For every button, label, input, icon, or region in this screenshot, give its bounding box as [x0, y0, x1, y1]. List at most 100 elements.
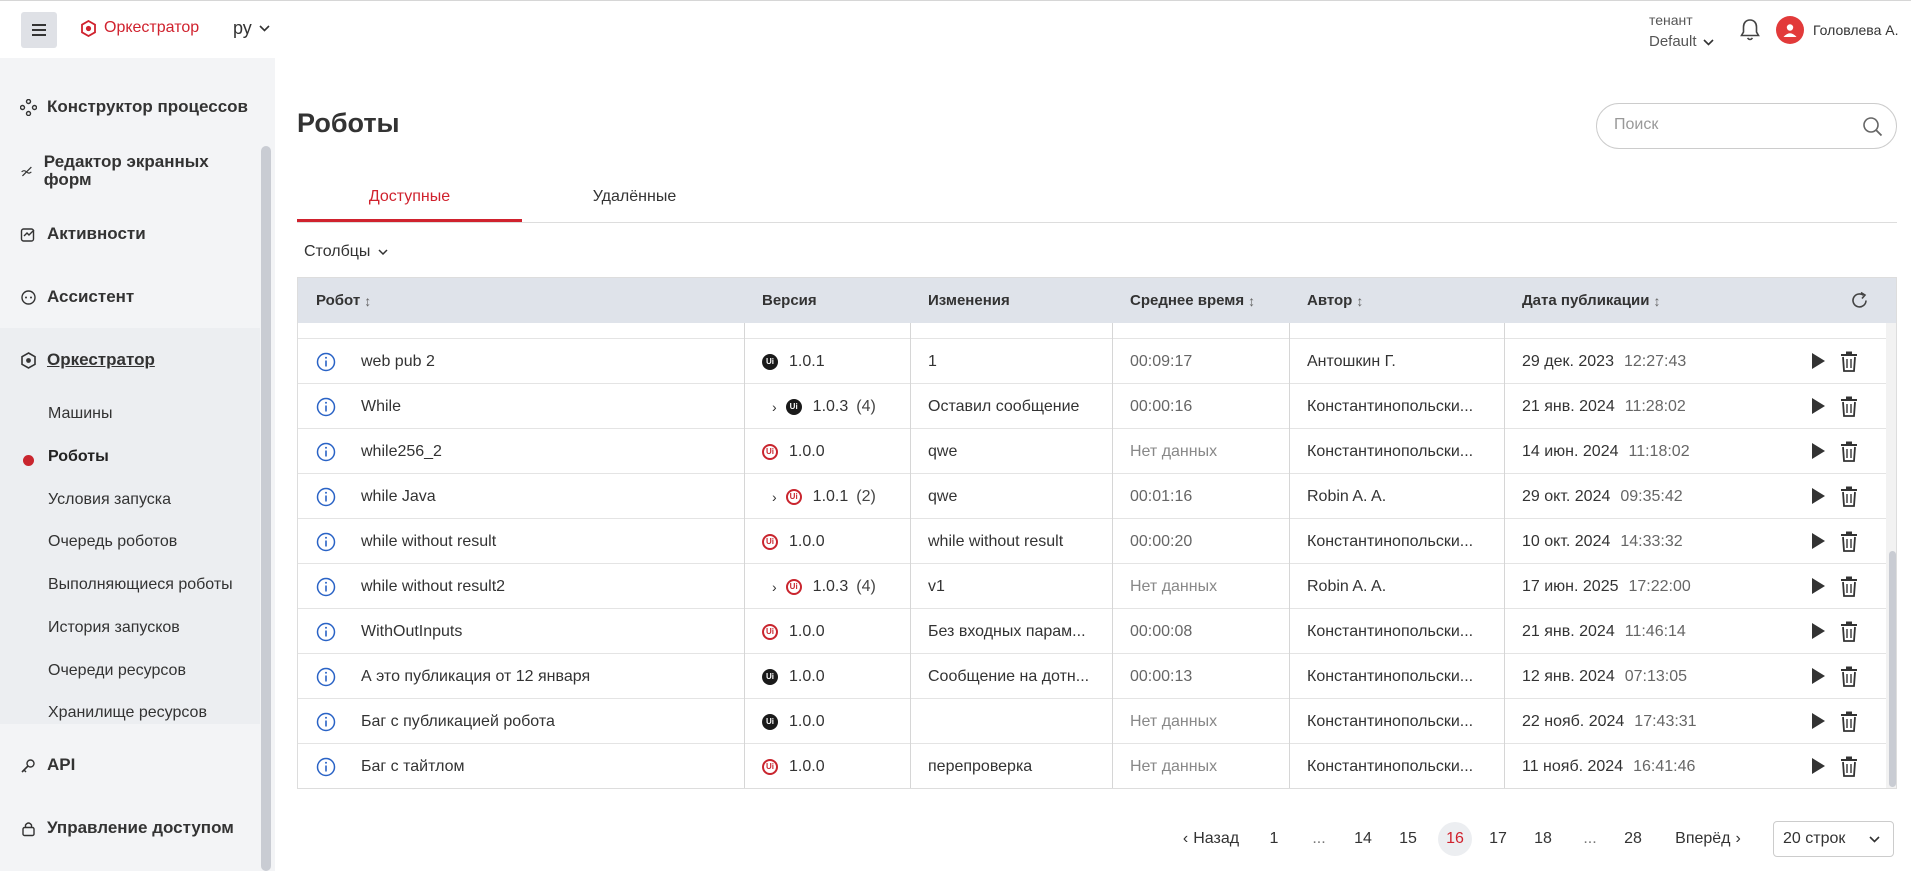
sidebar-subitem-robot-queue[interactable]: Очередь роботов [48, 533, 177, 551]
delete-icon[interactable] [1840, 531, 1858, 552]
info-button[interactable] [316, 384, 342, 429]
page-button[interactable]: 28 [1622, 823, 1644, 855]
sidebar-subitem-run-history[interactable]: История запусков [48, 619, 180, 637]
info-button[interactable] [316, 519, 342, 564]
run-icon[interactable] [1809, 621, 1827, 641]
table-row[interactable]: Баг с публикацией робота Ui 1.0.0 Нет данны… [298, 699, 1886, 744]
delete-icon[interactable] [1840, 711, 1858, 732]
table-row[interactable]: while without result Ui 1.0.0 while without… [298, 519, 1886, 564]
chevron-right-icon[interactable]: › [772, 579, 777, 595]
chevron-right-icon[interactable]: › [772, 489, 777, 505]
version-cell[interactable]: › Ui 1.0.1 (2) [772, 474, 932, 519]
chevron-right-icon[interactable]: › [772, 399, 777, 415]
sidebar-item-form-editor[interactable]: Редактор экранных форм [20, 153, 220, 189]
info-button[interactable] [316, 609, 342, 654]
page-button[interactable]: 14 [1352, 823, 1374, 855]
run-icon[interactable] [1809, 576, 1827, 596]
run-icon[interactable] [1809, 486, 1827, 506]
notifications-button[interactable] [1739, 18, 1761, 47]
header-avg-time[interactable]: Среднее время ↕ [1112, 278, 1289, 323]
sidebar-scrollbar[interactable] [261, 146, 271, 871]
sidebar-item-orchestrator[interactable]: Оркестратор [20, 351, 155, 369]
sidebar-subitem-robots[interactable]: Роботы [48, 448, 109, 466]
table-row[interactable]: while Java › Ui 1.0.1 (2) qwe 00:01:16 Robin A.… [298, 474, 1886, 519]
robot-name[interactable]: А это публикация от 12 января [361, 654, 731, 699]
delete-icon[interactable] [1840, 666, 1858, 687]
sidebar-item-activities[interactable]: Активности [20, 225, 146, 243]
page-button[interactable]: 17 [1487, 823, 1509, 855]
search-box[interactable] [1596, 103, 1897, 149]
info-button[interactable] [316, 654, 342, 699]
robot-name[interactable]: While [361, 384, 731, 429]
delete-icon[interactable] [1840, 756, 1858, 777]
run-icon[interactable] [1809, 351, 1827, 371]
info-button[interactable] [316, 699, 342, 744]
sidebar-item-assistant[interactable]: Ассистент [20, 288, 134, 306]
sort-icon[interactable]: ↕ [364, 293, 371, 309]
table-row[interactable]: WithOutInputs Ui 1.0.0 Без входных парам...… [298, 609, 1886, 654]
user-menu[interactable]: Головлева А. [1776, 16, 1899, 44]
next-page-button[interactable]: Вперёд › [1670, 823, 1746, 855]
delete-icon[interactable] [1840, 621, 1858, 642]
robot-name[interactable]: while256_2 [361, 429, 731, 474]
robot-name[interactable]: while Java [361, 474, 731, 519]
language-select[interactable]: ру [233, 18, 270, 39]
sidebar-subitem-machines[interactable]: Машины [48, 405, 113, 423]
search-icon[interactable] [1862, 116, 1883, 137]
delete-icon[interactable] [1840, 441, 1858, 462]
run-icon[interactable] [1809, 756, 1827, 776]
info-button[interactable] [316, 564, 342, 609]
info-button[interactable] [316, 429, 342, 474]
robot-name[interactable]: Баг с тайтлом [361, 744, 731, 788]
table-scrollbar-thumb[interactable] [1889, 551, 1896, 787]
info-button[interactable] [316, 744, 342, 788]
robot-name[interactable]: WithOutInputs [361, 609, 731, 654]
version-cell[interactable]: › Ui 1.0.3 (4) [772, 384, 932, 429]
delete-icon[interactable] [1840, 486, 1858, 507]
header-publish-date[interactable]: Дата публикации ↕ [1504, 278, 1804, 323]
delete-icon[interactable] [1840, 351, 1858, 372]
app-logo[interactable]: Оркестратор [80, 19, 199, 37]
robot-name[interactable]: web pub 2 [361, 339, 731, 384]
run-icon[interactable] [1809, 711, 1827, 731]
run-icon[interactable] [1809, 666, 1827, 686]
sidebar-item-access-control[interactable]: Управление доступом [20, 819, 234, 837]
table-row[interactable]: web pub 2 Ui 1.0.1 1 00:09:17 Антошкин Г. 29 д… [298, 339, 1886, 384]
columns-button[interactable]: Столбцы [304, 243, 388, 261]
table-scrollbar[interactable] [1886, 323, 1896, 788]
delete-icon[interactable] [1840, 576, 1858, 597]
page-button[interactable]: 15 [1397, 823, 1419, 855]
sidebar-subitem-running-robots[interactable]: Выполняющиеся роботы [48, 576, 233, 594]
sort-icon[interactable]: ↕ [1248, 293, 1255, 309]
robot-name[interactable]: Баг с публикацией робота [361, 699, 731, 744]
run-icon[interactable] [1809, 396, 1827, 416]
sidebar-item-api[interactable]: API [20, 756, 75, 774]
table-row[interactable]: While › Ui 1.0.3 (4) Оставил сообщение 00:00:1… [298, 384, 1886, 429]
sidebar-subitem-resource-storage[interactable]: Хранилище ресурсов [48, 704, 207, 722]
header-robot[interactable]: Робот ↕ [298, 278, 744, 323]
sort-icon[interactable]: ↕ [1356, 293, 1363, 309]
prev-page-button[interactable]: ‹ Назад [1180, 823, 1242, 855]
run-icon[interactable] [1809, 531, 1827, 551]
sort-icon[interactable]: ↕ [1653, 293, 1660, 309]
version-cell[interactable]: › Ui 1.0.3 (4) [772, 564, 932, 609]
tab-available[interactable]: Доступные [297, 188, 522, 206]
sidebar-subitem-resource-queues[interactable]: Очереди ресурсов [48, 662, 186, 680]
refresh-icon[interactable] [1849, 290, 1870, 311]
page-button-current[interactable]: 16 [1438, 822, 1472, 856]
delete-icon[interactable] [1840, 396, 1858, 417]
info-button[interactable] [316, 474, 342, 519]
table-row[interactable]: while256_2 Ui 1.0.0 qwe Нет данных Константин… [298, 429, 1886, 474]
sidebar-subitem-triggers[interactable]: Условия запуска [48, 491, 171, 509]
header-author[interactable]: Автор ↕ [1289, 278, 1504, 323]
tenant-select[interactable]: тенант Default [1649, 9, 1714, 53]
rows-per-page-select[interactable]: 20 строк [1773, 821, 1894, 857]
table-row[interactable]: Баг с тайтлом Ui 1.0.0 перепроверка Нет данн… [298, 744, 1886, 788]
robot-name[interactable]: while without result2 [361, 564, 731, 609]
table-row[interactable]: while without result2 › Ui 1.0.3 (4) v1 Нет да… [298, 564, 1886, 609]
search-input[interactable] [1614, 116, 1854, 134]
run-icon[interactable] [1809, 441, 1827, 461]
page-button[interactable]: 18 [1532, 823, 1554, 855]
sidebar-item-process-builder[interactable]: Конструктор процессов [20, 98, 248, 116]
table-row[interactable]: А это публикация от 12 января Ui 1.0.0 Сооб… [298, 654, 1886, 699]
